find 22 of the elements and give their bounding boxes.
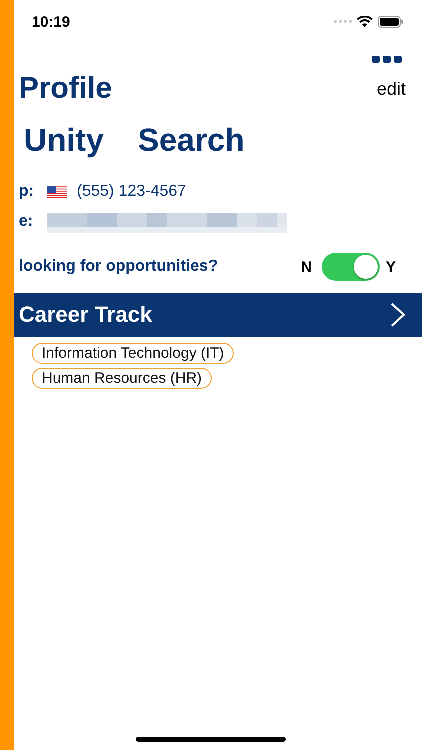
career-track-title: Career Track <box>19 302 152 328</box>
flag-icon <box>47 186 67 198</box>
yes-label: Y <box>386 258 396 276</box>
wifi-icon <box>357 16 373 28</box>
last-name: Search <box>138 122 245 159</box>
career-tag: Human Resources (HR) <box>32 368 212 389</box>
status-time: 10:19 <box>32 14 70 30</box>
phone-label: p: <box>19 183 36 201</box>
no-label: N <box>301 258 312 276</box>
signal-icon <box>334 20 352 24</box>
more-icon[interactable] <box>372 56 402 64</box>
edit-link[interactable]: edit <box>376 78 406 100</box>
career-track-bar[interactable]: Career Track <box>14 293 422 337</box>
page-title: Profile <box>19 72 112 106</box>
career-tag: Information Technology (IT) <box>32 343 234 364</box>
opportunities-toggle[interactable] <box>322 253 380 281</box>
first-name: Unity <box>24 122 104 159</box>
battery-icon <box>378 16 404 28</box>
email-label: e: <box>19 213 34 231</box>
chevron-right-icon <box>390 302 406 328</box>
phone-number: (555) 123-4567 <box>77 183 186 201</box>
opportunities-question: looking for opportunities? <box>19 258 220 276</box>
